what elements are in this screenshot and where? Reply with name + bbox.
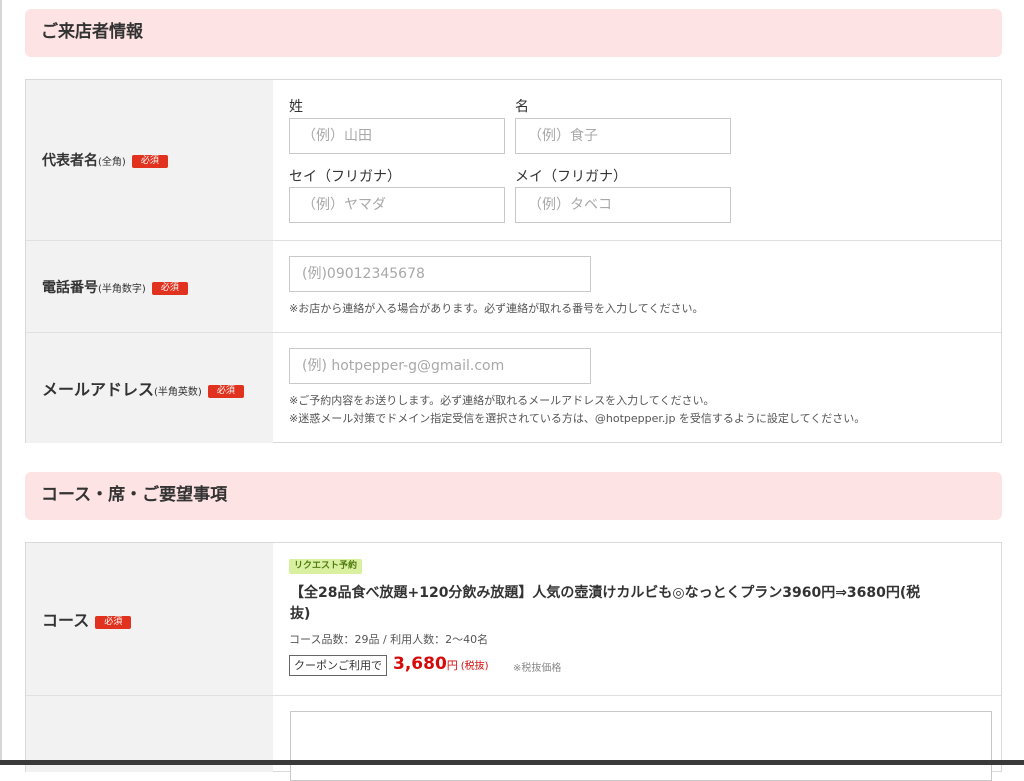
email-help-text-1: ※ご予約内容をお送りします。必ず連絡が取れるメールアドレスを入力してください。 bbox=[289, 394, 715, 407]
required-badge: 必須 bbox=[151, 282, 188, 295]
request-reservation-badge: リクエスト予約 bbox=[289, 559, 363, 574]
email-help-text-2: ※迷惑メール対策でドメイン指定受信を選択されている方は、@hotpepper.j… bbox=[289, 412, 866, 425]
name-label-cell: 代表者名(全角) 必須 bbox=[26, 80, 273, 240]
first-kana-label: メイ（フリガナ） bbox=[515, 169, 627, 185]
last-kana-input[interactable] bbox=[289, 187, 505, 223]
course-title: 【全28品食べ放題+120分飲み放題】人気の壺漬けカルビも◎なっとくプラン396… bbox=[290, 585, 921, 622]
phone-row: 電話番号(半角数字) 必須 ※お店から連絡が入る場合があります。必ず連絡が取れる番… bbox=[26, 240, 1001, 333]
name-row: 代表者名(全角) 必須 姓 名 セイ（フリガナ） メイ（フリガナ） bbox=[26, 80, 1001, 240]
name-label-note: (全角) bbox=[98, 157, 126, 168]
coupon-label: クーポンご利用で bbox=[289, 655, 387, 676]
first-kana-input[interactable] bbox=[515, 187, 731, 223]
price-value: 3,680 bbox=[393, 654, 447, 674]
request-textarea[interactable] bbox=[290, 711, 992, 781]
name-label-text: 代表者名 bbox=[42, 153, 98, 169]
course-section-header: コース・席・ご要望事項 bbox=[25, 472, 1002, 520]
required-badge: 必須 bbox=[207, 385, 244, 398]
price-tax: (税抜) bbox=[460, 661, 489, 672]
course-price: 3,680円 (税抜) bbox=[393, 654, 489, 674]
course-row: コース 必須 リクエスト予約 【全28品食べ放題+120分飲み放題】人気の壺漬けカ… bbox=[26, 543, 1001, 695]
last-name-label: 姓 bbox=[289, 99, 303, 115]
phone-label-cell: 電話番号(半角数字) 必須 bbox=[26, 241, 273, 333]
email-input[interactable] bbox=[289, 348, 591, 384]
first-name-label: 名 bbox=[515, 99, 529, 115]
phone-help-text: ※お店から連絡が入る場合があります。必ず連絡が取れる番号を入力してください。 bbox=[289, 302, 704, 315]
email-label: メールアドレス(半角英数) 必須 bbox=[42, 376, 244, 400]
email-label-cell: メールアドレス(半角英数) 必須 bbox=[26, 333, 273, 443]
course-label: コース 必須 bbox=[42, 607, 132, 631]
required-badge: 必須 bbox=[95, 616, 132, 629]
course-label-cell: コース 必須 bbox=[26, 543, 273, 695]
first-name-input[interactable] bbox=[515, 118, 731, 154]
course-section-title: コース・席・ご要望事項 bbox=[41, 485, 228, 505]
phone-input[interactable] bbox=[289, 256, 591, 292]
phone-label-text: 電話番号 bbox=[42, 280, 98, 296]
visitor-info-table: 代表者名(全角)必須 姓 名 セイ（フリガナ） メイ（フリガナ） 電話番号(半角… bbox=[25, 79, 1002, 443]
visitor-info-header: ご来店者情報 bbox=[25, 9, 1002, 57]
email-row: メールアドレス(半角英数) 必須 ※ご予約内容をお送りします。必ず連絡が取れるメー… bbox=[26, 332, 1001, 443]
required-badge: 必須 bbox=[131, 155, 168, 168]
course-label-text: コース bbox=[42, 611, 90, 630]
phone-label: 電話番号(半角数字) 必須 bbox=[42, 277, 188, 297]
last-name-input[interactable] bbox=[289, 118, 505, 154]
course-table: コース 必須 リクエスト予約 【全28品食べ放題+120分飲み放題】人気の壺漬けカ… bbox=[25, 542, 1002, 781]
email-label-note: (半角英数) bbox=[154, 387, 202, 398]
bottom-scroll-edge bbox=[0, 760, 1024, 765]
visitor-info-title: ご来店者情報 bbox=[41, 22, 143, 42]
price-unit: 円 bbox=[446, 659, 458, 672]
page-left-border bbox=[0, 0, 2, 765]
price-note: ※税抜価格 bbox=[513, 663, 562, 674]
phone-label-note: (半角数字) bbox=[98, 284, 146, 295]
name-label: 代表者名(全角) 必須 bbox=[42, 150, 168, 170]
course-meta: コース品数：29品 / 利用人数：2～40名 bbox=[289, 633, 489, 646]
last-kana-label: セイ（フリガナ） bbox=[289, 169, 401, 185]
email-label-text: メールアドレス bbox=[42, 380, 155, 399]
